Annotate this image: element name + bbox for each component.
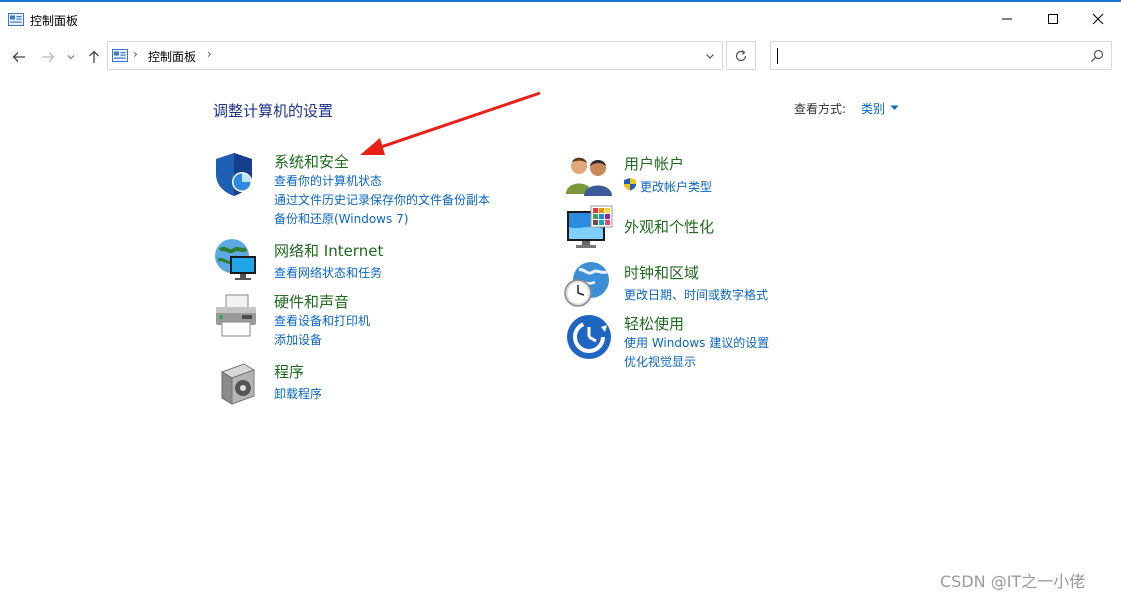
- navigation-bar: › 控制面板 ›: [0, 39, 1121, 73]
- chevron-down-icon: [706, 54, 714, 59]
- appearance-monitor-icon[interactable]: [565, 205, 613, 253]
- address-dropdown-button[interactable]: [702, 48, 718, 64]
- chevron-down-icon: [67, 55, 75, 60]
- category-programs[interactable]: 程序: [274, 361, 304, 382]
- window-title: 控制面板: [30, 14, 79, 28]
- clock-globe-icon[interactable]: [563, 260, 611, 308]
- annotation-arrow-icon: [360, 91, 541, 155]
- programs-disc-icon[interactable]: [214, 360, 262, 408]
- csdn-watermark: CSDN @IT之一小佬: [940, 572, 1086, 591]
- page-title: 调整计算机的设置: [213, 102, 334, 120]
- recent-locations-button[interactable]: [64, 48, 78, 66]
- uac-shield-icon: [624, 178, 636, 191]
- category-appearance-personalization[interactable]: 外观和个性化: [624, 216, 714, 237]
- link-optimize-visual-display[interactable]: 优化视觉显示: [624, 353, 696, 370]
- control-panel-window: 控制面板 › 控制面板 › 调整计算机的设置 查看方式: 类别 系统和安全 查看…: [0, 0, 1121, 594]
- category-ease-of-access[interactable]: 轻松使用: [624, 313, 684, 334]
- printer-hardware-icon[interactable]: [212, 292, 260, 340]
- link-recommended-settings[interactable]: 使用 Windows 建议的设置: [624, 334, 769, 351]
- category-clock-region[interactable]: 时钟和区域: [624, 262, 699, 283]
- maximize-icon: [1048, 14, 1058, 24]
- search-box[interactable]: [770, 41, 1112, 70]
- refresh-button[interactable]: [726, 41, 756, 70]
- minimize-icon: [1002, 18, 1012, 20]
- search-input[interactable]: [777, 46, 1077, 66]
- caret-down-icon[interactable]: [890, 105, 899, 111]
- text-cursor: [777, 48, 778, 64]
- link-file-history-backup[interactable]: 通过文件历史记录保存你的文件备份副本: [274, 191, 490, 208]
- arrow-left-icon: [12, 52, 25, 62]
- control-panel-icon: [112, 49, 128, 62]
- breadcrumb-separator-icon[interactable]: ›: [133, 47, 138, 61]
- category-system-security[interactable]: 系统和安全: [274, 151, 349, 172]
- minimize-button[interactable]: [984, 4, 1030, 34]
- up-button[interactable]: [85, 48, 103, 66]
- network-globe-icon[interactable]: [212, 236, 260, 284]
- refresh-icon: [735, 49, 747, 61]
- link-change-account-type[interactable]: 更改帐户类型: [640, 178, 712, 195]
- title-bar: 控制面板: [0, 4, 1121, 34]
- arrow-right-icon: [42, 52, 55, 62]
- link-backup-restore[interactable]: 备份和还原(Windows 7): [274, 210, 408, 227]
- arrow-up-icon: [89, 50, 99, 63]
- address-bar[interactable]: › 控制面板 ›: [107, 41, 723, 70]
- search-icon[interactable]: [1089, 48, 1105, 64]
- category-network-internet[interactable]: 网络和 Internet: [274, 240, 383, 261]
- view-by-dropdown[interactable]: 类别: [861, 100, 885, 117]
- category-hardware-sound[interactable]: 硬件和声音: [274, 291, 349, 312]
- control-panel-app-icon: [8, 13, 24, 26]
- forward-button[interactable]: [39, 48, 57, 66]
- back-button[interactable]: [10, 48, 28, 66]
- ease-of-access-icon[interactable]: [565, 313, 613, 361]
- link-add-device[interactable]: 添加设备: [274, 331, 322, 348]
- link-check-computer-status[interactable]: 查看你的计算机状态: [274, 172, 382, 189]
- security-shield-icon[interactable]: [212, 150, 260, 198]
- link-change-date-time-format[interactable]: 更改日期、时间或数字格式: [624, 286, 768, 303]
- link-devices-printers[interactable]: 查看设备和打印机: [274, 312, 370, 329]
- maximize-button[interactable]: [1030, 4, 1076, 34]
- category-user-accounts[interactable]: 用户帐户: [624, 153, 684, 174]
- user-accounts-icon[interactable]: [565, 152, 613, 200]
- breadcrumb-control-panel[interactable]: 控制面板: [148, 48, 196, 65]
- close-button[interactable]: [1075, 4, 1121, 34]
- view-by-label: 查看方式:: [794, 102, 847, 116]
- link-network-status-tasks[interactable]: 查看网络状态和任务: [274, 264, 382, 281]
- close-icon: [1092, 13, 1104, 25]
- link-uninstall-program[interactable]: 卸载程序: [274, 385, 322, 402]
- breadcrumb-separator-icon[interactable]: ›: [207, 47, 212, 61]
